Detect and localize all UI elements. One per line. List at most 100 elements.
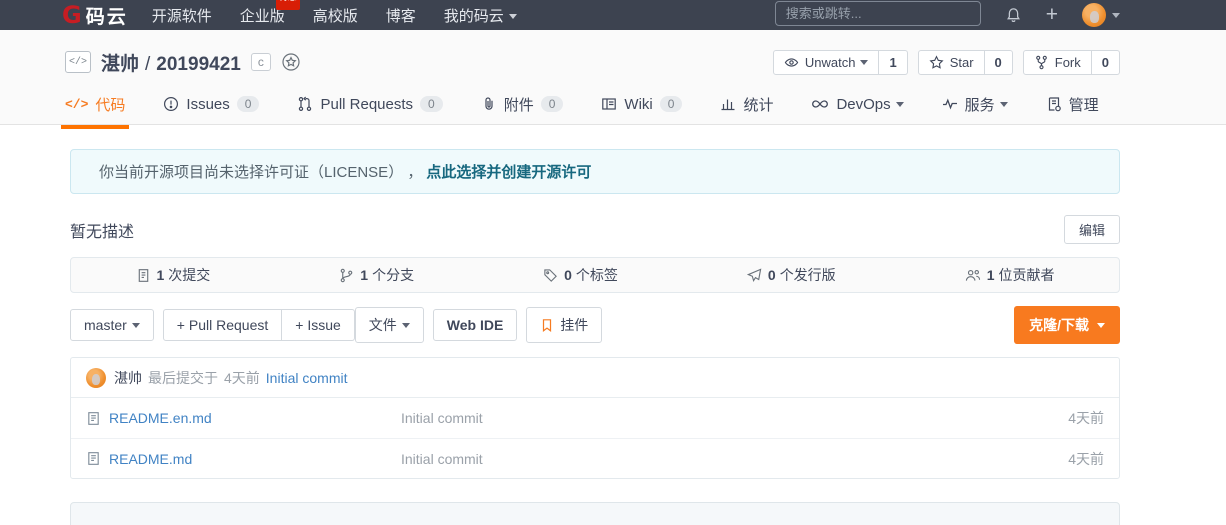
edit-description-button[interactable]: 编辑 [1063, 215, 1120, 244]
pulse-icon [942, 98, 957, 110]
file-commit-time: 4天前 [1068, 410, 1104, 426]
tab-attachments[interactable]: 附件 0 [481, 94, 564, 127]
watch-count[interactable]: 1 [879, 49, 908, 75]
notifications-bell-icon[interactable] [1005, 7, 1022, 24]
fork-icon [1035, 55, 1047, 69]
nav-item-opensource[interactable]: 开源软件 [152, 5, 212, 26]
tab-statistics[interactable]: 统计 [720, 94, 773, 127]
create-license-link[interactable]: 点此选择并创建开源许可 [426, 161, 591, 182]
stat-commits[interactable]: 1 次提交 [136, 265, 210, 285]
pr-count-badge: 0 [420, 96, 443, 112]
last-commit-row: 湛帅 最后提交于 4天前 Initial commit [71, 358, 1119, 398]
repo-title: 湛帅/20199421 [101, 53, 241, 75]
user-avatar-menu[interactable] [1082, 3, 1120, 27]
file-commit-message-link[interactable]: Initial commit [401, 451, 1068, 467]
code-icon: </> [65, 96, 89, 112]
nav-item-blog[interactable]: 博客 [386, 5, 416, 26]
gitee-logo[interactable]: G 码云 [62, 2, 128, 29]
clone-download-button[interactable]: 克隆/下载 [1014, 306, 1120, 344]
stat-tags[interactable]: 0 个标签 [543, 265, 618, 285]
repo-tabs: </> 代码 Issues 0 Pull Requests 0 附件 0 Wik… [60, 94, 1226, 129]
file-row: README.en.md Initial commit 4天前 [71, 398, 1119, 438]
tab-wiki[interactable]: Wiki 0 [601, 96, 683, 125]
gitee-logo-g-icon: G [62, 1, 82, 29]
watch-control: Unwatch 1 [772, 49, 908, 75]
branch-icon [340, 268, 353, 282]
issues-count-badge: 0 [236, 96, 260, 112]
file-name-link[interactable]: README.md [109, 451, 401, 467]
stat-contributors[interactable]: 1 位贡献者 [965, 265, 1054, 285]
new-pull-request-button[interactable]: + Pull Request [162, 309, 283, 341]
language-badge[interactable]: c [250, 53, 271, 71]
bar-chart-icon [721, 99, 735, 111]
chevron-down-icon [999, 101, 1008, 107]
create-new-plus-icon[interactable]: + [1046, 4, 1058, 25]
widget-button[interactable]: 挂件 [526, 307, 603, 343]
committer-avatar[interactable] [86, 367, 106, 388]
tab-issues[interactable]: Issues 0 [163, 96, 260, 125]
fork-control: Fork 0 [1022, 49, 1120, 75]
attachments-count-badge: 0 [540, 96, 564, 112]
description-row: 暂无描述 编辑 [70, 215, 1120, 244]
file-commit-time: 4天前 [1068, 450, 1104, 467]
repo-owner-link[interactable]: 湛帅 [101, 54, 139, 75]
fork-count[interactable]: 0 [1091, 49, 1120, 75]
navbar-right: + [774, 0, 1120, 30]
web-ide-button[interactable]: Web IDE [432, 309, 518, 341]
promo-badge: 特惠 [275, 0, 300, 10]
gitee-logo-text: 码云 [85, 6, 128, 28]
tab-services[interactable]: 服务 [942, 94, 1008, 127]
top-navbar: G 码云 开源软件 企业版 特惠 高校版 博客 我的码云 + [0, 0, 1226, 30]
manage-doc-gear-icon [1048, 97, 1061, 112]
search-input[interactable] [774, 0, 981, 26]
chevron-down-icon [401, 322, 410, 328]
repo-type-code-icon: </> [65, 51, 91, 73]
fork-button[interactable]: Fork [1022, 49, 1092, 75]
commit-time: 4天前 [224, 369, 260, 386]
file-doc-icon [86, 451, 101, 466]
issue-icon [164, 96, 179, 112]
chevron-down-icon [895, 101, 904, 107]
wiki-book-icon [602, 98, 617, 110]
infinity-devops-icon [812, 100, 829, 108]
paperclip-icon [485, 97, 493, 110]
file-menu-button[interactable]: 文件 [354, 307, 424, 343]
tab-pull-requests[interactable]: Pull Requests 0 [297, 96, 443, 125]
star-icon [929, 54, 944, 69]
commit-message-link[interactable]: Initial commit [266, 370, 348, 386]
nav-item-education[interactable]: 高校版 [313, 5, 358, 26]
chevron-down-icon [131, 322, 140, 328]
tab-devops[interactable]: DevOps [811, 96, 904, 125]
unwatch-button[interactable]: Unwatch [772, 49, 880, 75]
eye-icon [784, 57, 799, 67]
medal-badge-icon[interactable] [281, 52, 301, 72]
actions-row: master + Pull Request + Issue 文件 Web IDE… [70, 306, 1120, 344]
readme-panel-top-edge [70, 502, 1120, 525]
chevron-down-icon [508, 14, 517, 20]
committer-name-link[interactable]: 湛帅 [114, 368, 142, 388]
star-count[interactable]: 0 [984, 49, 1013, 75]
repo-stats-bar: 1 次提交 1 个分支 0 个标签 0 个发行版 1 位贡献者 [70, 257, 1120, 293]
repo-header: </> 湛帅/20199421 c Unwatch 1 Star 0 Fork … [0, 30, 1226, 129]
stat-releases[interactable]: 0 个发行版 [746, 265, 836, 285]
new-issue-button[interactable]: + Issue [282, 309, 355, 341]
star-control: Star 0 [917, 49, 1013, 75]
release-plane-icon [746, 267, 762, 282]
nav-menu: 开源软件 企业版 特惠 高校版 博客 我的码云 [152, 0, 545, 26]
file-name-link[interactable]: README.en.md [109, 410, 401, 426]
tab-manage[interactable]: 管理 [1046, 94, 1099, 127]
avatar [1082, 3, 1106, 27]
repo-name-link[interactable]: 20199421 [156, 54, 241, 75]
repo-description: 暂无描述 [70, 223, 135, 241]
pull-request-icon [299, 96, 312, 111]
file-commit-message-link[interactable]: Initial commit [401, 410, 1068, 426]
chevron-down-icon [860, 59, 869, 65]
commit-prefix-label: 最后提交于 [148, 369, 218, 386]
tab-code[interactable]: </> 代码 [60, 94, 130, 129]
star-button[interactable]: Star [917, 49, 985, 75]
nav-item-my-gitee[interactable]: 我的码云 [444, 5, 517, 26]
nav-item-enterprise[interactable]: 企业版 特惠 [240, 0, 300, 26]
chevron-down-icon [1097, 322, 1105, 328]
branch-selector[interactable]: master [70, 309, 154, 341]
stat-branches[interactable]: 1 个分支 [339, 265, 414, 285]
